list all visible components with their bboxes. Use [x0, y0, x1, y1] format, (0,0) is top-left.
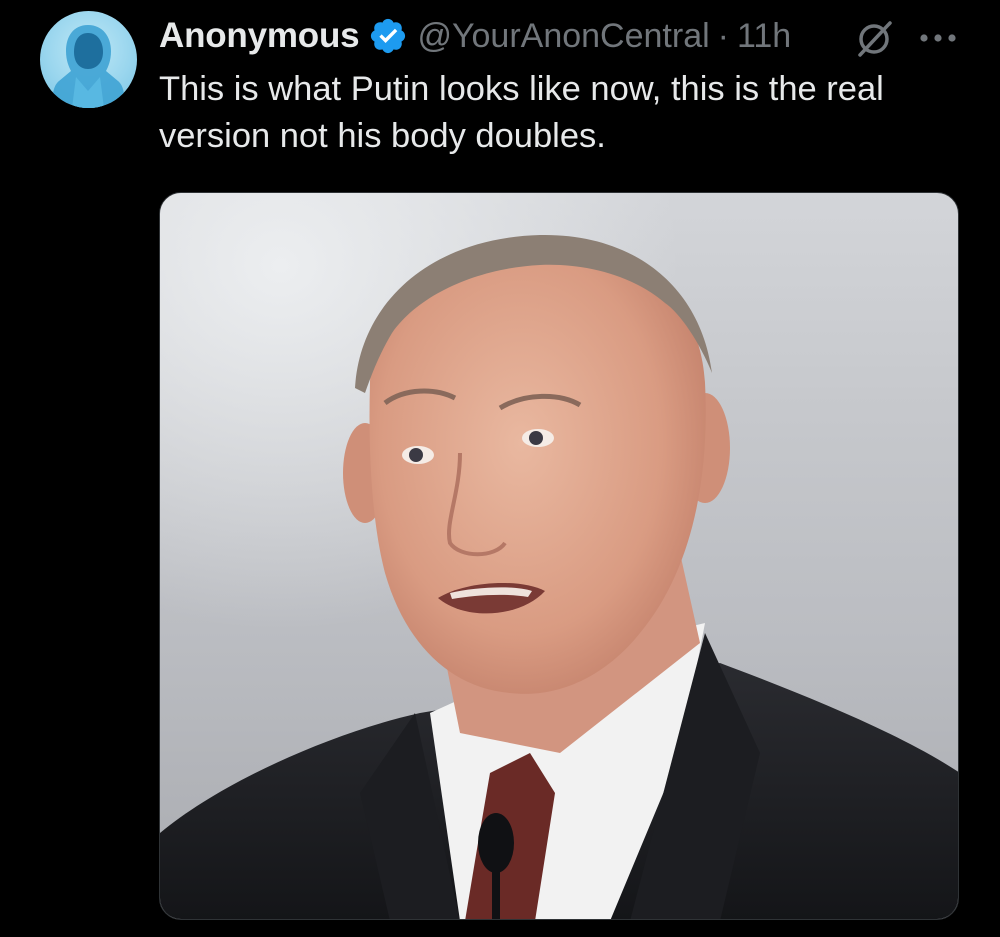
author-display-name[interactable]: Anonymous: [159, 16, 360, 56]
header-separator: ·: [717, 16, 729, 55]
tweet-header: Anonymous @YourAnonCentral · 11h: [159, 14, 791, 58]
verified-badge-icon[interactable]: [368, 16, 408, 56]
grok-icon[interactable]: [854, 17, 896, 59]
tweet[interactable]: Anonymous @YourAnonCentral · 11h This is…: [0, 0, 1000, 937]
photo-of-man-in-suit-icon: [160, 193, 958, 919]
tweet-text: This is what Putin looks like now, this …: [159, 70, 884, 155]
avatar[interactable]: [40, 11, 137, 108]
more-horizontal-icon[interactable]: [916, 20, 960, 56]
tweet-timestamp[interactable]: 11h: [737, 17, 791, 56]
author-handle[interactable]: @YourAnonCentral: [417, 17, 709, 56]
hooded-figure-avatar-icon: [52, 25, 125, 108]
tweet-media-photo[interactable]: [159, 192, 959, 920]
